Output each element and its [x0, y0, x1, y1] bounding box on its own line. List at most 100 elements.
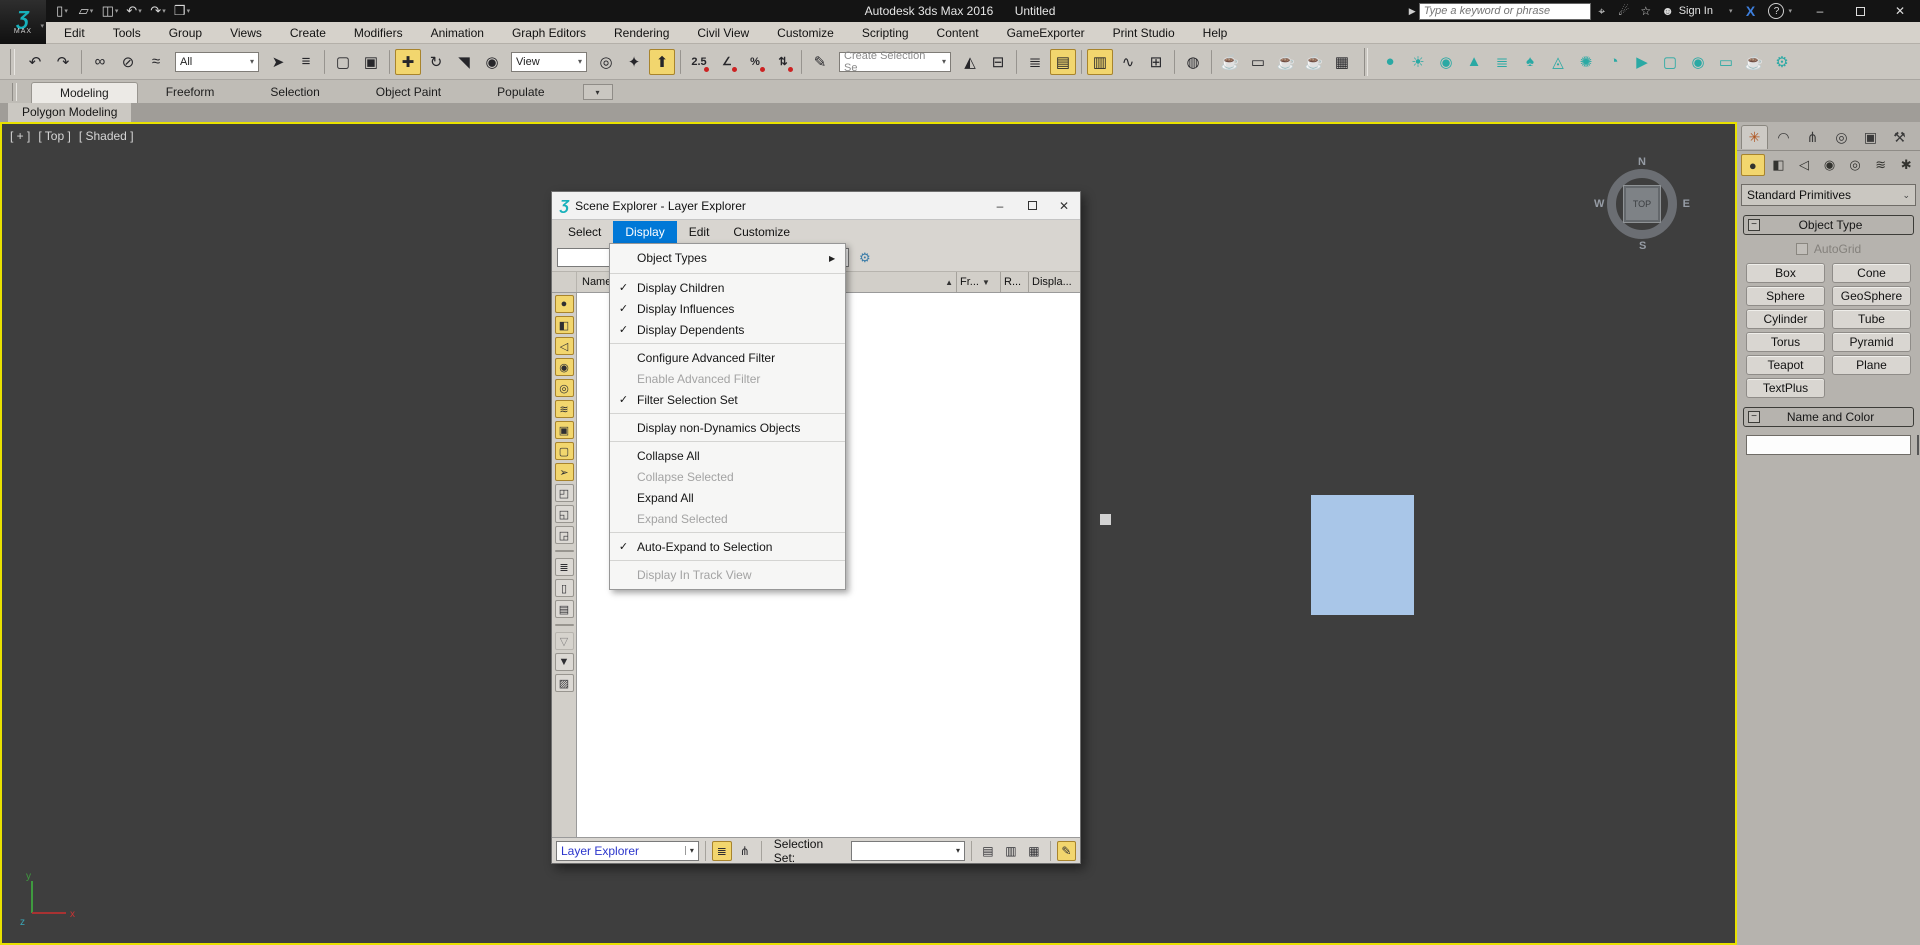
geometry-category-icon[interactable]: ●	[1741, 154, 1765, 176]
notes-page-icon[interactable]: ▤	[555, 600, 574, 618]
civil-camera-settings-icon[interactable]: ◉	[1685, 49, 1711, 75]
layer-manager-icon[interactable]: ≣	[1022, 49, 1048, 75]
menu-item[interactable]: Views	[216, 22, 276, 44]
dialog-maximize-button[interactable]	[1016, 192, 1048, 219]
motion-tab-icon[interactable]: ◎	[1828, 125, 1855, 149]
display-menu-item[interactable]: ✓ Configure Advanced Filter ▶	[610, 347, 845, 368]
modify-tab-icon[interactable]: ◠	[1770, 125, 1797, 149]
dialog-menu-item[interactable]: Edit	[677, 221, 722, 243]
viewport-menu[interactable]: [ Shaded ]	[79, 129, 134, 143]
advanced-filter-icon[interactable]: ⚙	[859, 250, 871, 266]
keyboard-shortcut-override-icon[interactable]: ⬆	[649, 49, 675, 75]
user-icon[interactable]: ☻	[1657, 2, 1679, 20]
dialog-close-button[interactable]: ✕	[1048, 192, 1080, 219]
reference-coordinate-system-dropdown[interactable]: View ▾	[511, 52, 587, 72]
blank-page-icon[interactable]: ▯	[555, 579, 574, 597]
sign-in-caret-icon[interactable]: ▾	[1729, 7, 1733, 15]
menu-item[interactable]: Group	[155, 22, 216, 44]
search-flyout-icon[interactable]: ▶	[1409, 6, 1416, 17]
menu-item[interactable]: Graph Editors	[498, 22, 600, 44]
helpers-category-icon[interactable]: ◎	[1843, 154, 1867, 176]
menu-item[interactable]: Customize	[763, 22, 848, 44]
ribbon-tab[interactable]: Modeling	[31, 82, 138, 103]
civil-plantation-icon[interactable]: ◬	[1545, 49, 1571, 75]
select-and-link-icon[interactable]: ∞	[87, 49, 113, 75]
selection-set-dropdown[interactable]: ▾	[851, 841, 965, 861]
viewcube[interactable]: N S W E TOP	[1594, 156, 1690, 252]
close-button[interactable]: ✕	[1880, 0, 1920, 22]
menu-item[interactable]: Content	[923, 22, 993, 44]
menu-item[interactable]: Print Studio	[1099, 22, 1189, 44]
display-menu-item[interactable]: ✓ Display Influences ▶	[610, 298, 845, 319]
lights-category-icon[interactable]: ◁	[1792, 154, 1816, 176]
object-type-button[interactable]: Sphere	[1746, 286, 1825, 306]
display-bone-objects-icon[interactable]: ◱	[555, 505, 574, 523]
rectangular-selection-region-icon[interactable]: ▢	[330, 49, 356, 75]
display-shapes-icon[interactable]: ◧	[555, 316, 574, 334]
display-menu-item[interactable]: ✓ Collapse Selected ▶	[610, 466, 845, 487]
menu-item[interactable]: GameExporter	[993, 22, 1099, 44]
display-menu-item[interactable]: ✓ Enable Advanced Filter ▶	[610, 368, 845, 389]
display-menu-item[interactable]: ✓ Display non-Dynamics Objects ▶	[610, 417, 845, 438]
autogrid-checkbox[interactable]	[1796, 243, 1808, 255]
dialog-title-bar[interactable]: Ʒ Scene Explorer - Layer Explorer – ✕	[552, 192, 1080, 220]
layer-list-icon[interactable]: ≣	[555, 558, 574, 576]
minimize-button[interactable]: –	[1800, 0, 1840, 22]
column-header-frozen[interactable]: Fr... ▼	[956, 272, 1000, 292]
civil-camera-icon[interactable]: ◉	[1433, 49, 1459, 75]
unlink-selection-icon[interactable]: ⊘	[115, 49, 141, 75]
dialog-menu-item[interactable]: Select	[556, 221, 613, 243]
civil-teapot-icon[interactable]: ☕	[1741, 49, 1767, 75]
select-by-name-filter-icon[interactable]: ✎	[1057, 841, 1076, 861]
select-and-place-icon[interactable]: ◉	[479, 49, 505, 75]
viewcube-top-face[interactable]: TOP	[1624, 186, 1660, 222]
spinner-snap-icon[interactable]: ⇅	[770, 49, 796, 75]
viewcube-east[interactable]: E	[1683, 198, 1690, 210]
open-file-icon[interactable]: ▱▾	[76, 2, 96, 20]
display-menu-item[interactable]: ✓ Object Types ▶	[610, 246, 845, 270]
select-and-scale-icon[interactable]: ◥	[451, 49, 477, 75]
bind-to-space-warp-icon[interactable]: ≈	[143, 49, 169, 75]
dialog-minimize-button[interactable]: –	[984, 192, 1016, 219]
civil-window-icon[interactable]: ▭	[1713, 49, 1739, 75]
collapse-rollout-icon[interactable]: −	[1748, 219, 1760, 231]
select-and-move-icon[interactable]: ✚	[395, 49, 421, 75]
space-warps-category-icon[interactable]: ≋	[1869, 154, 1893, 176]
render-in-cloud-icon[interactable]: ▦	[1329, 49, 1355, 75]
utilities-tab-icon[interactable]: ⚒	[1886, 125, 1913, 149]
display-cameras-icon[interactable]: ◉	[555, 358, 574, 376]
systems-category-icon[interactable]: ✱	[1894, 154, 1918, 176]
snaps-toggle-icon[interactable]: 2.5	[686, 49, 712, 75]
percent-snap-icon[interactable]: %	[742, 49, 768, 75]
max-application-menu-button[interactable]: Ʒ MAX ▾	[0, 0, 46, 44]
render-production-icon[interactable]: ☕	[1273, 49, 1299, 75]
display-containers-icon[interactable]: ◰	[555, 484, 574, 502]
viewcube-north[interactable]: N	[1638, 156, 1646, 168]
object-type-button[interactable]: Pyramid	[1832, 332, 1911, 352]
project-folder-icon[interactable]: ❒▾	[172, 2, 192, 20]
select-and-manipulate-icon[interactable]: ✦	[621, 49, 647, 75]
selection-filter-dropdown[interactable]: All ▾	[175, 52, 259, 72]
object-type-button[interactable]: Cone	[1832, 263, 1911, 283]
use-pivot-point-center-icon[interactable]: ◎	[593, 49, 619, 75]
object-type-button[interactable]: GeoSphere	[1832, 286, 1911, 306]
civil-fan-icon[interactable]: ✺	[1573, 49, 1599, 75]
menu-item[interactable]: Edit	[50, 22, 99, 44]
civil-settings-icon[interactable]: ⚙	[1769, 49, 1795, 75]
collapse-rollout-icon[interactable]: −	[1748, 411, 1760, 423]
ribbon-tab[interactable]: Selection	[242, 82, 347, 103]
tab-polygon-modeling[interactable]: Polygon Modeling	[8, 103, 131, 122]
ribbon-options-dropdown[interactable]: ▾	[583, 84, 613, 100]
redo-icon[interactable]: ↷▾	[148, 2, 168, 20]
civil-playback-panel-icon[interactable]: ▶	[1629, 49, 1655, 75]
object-type-button[interactable]: Teapot	[1746, 355, 1825, 375]
hierarchy-tab-icon[interactable]: ⋔	[1799, 125, 1826, 149]
menu-item[interactable]: Tools	[99, 22, 155, 44]
object-type-button[interactable]: Box	[1746, 263, 1825, 283]
object-type-button[interactable]: TextPlus	[1746, 378, 1825, 398]
layer-mode-icon[interactable]: ≣	[712, 841, 732, 861]
display-menu-item[interactable]: ✓ Expand All ▶	[610, 487, 845, 508]
ribbon-tab[interactable]: Freeform	[138, 82, 243, 103]
object-color-swatch[interactable]	[1917, 435, 1919, 455]
scene-object-dummy[interactable]	[1100, 514, 1111, 525]
